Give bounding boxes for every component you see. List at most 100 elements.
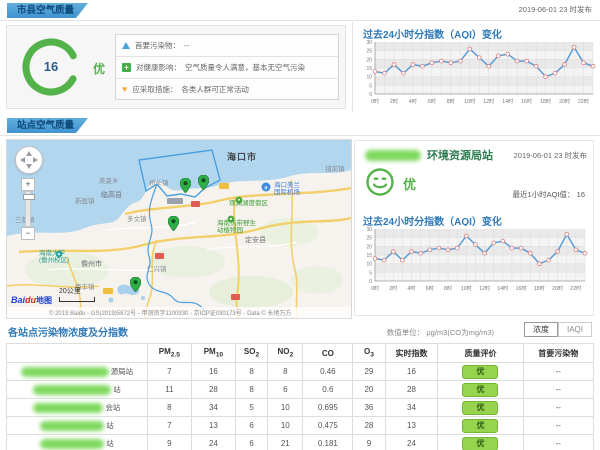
- zoom-out-button[interactable]: −: [21, 227, 35, 240]
- station-map[interactable]: ✈ 海口市铺前镇桥头镇美夏乡临高县新盈镇多文镇三都镇海口美兰国际机场观澜湖度假区…: [6, 139, 352, 319]
- column-header: 实时指数: [385, 344, 438, 363]
- station-name-suffix: 站: [106, 421, 114, 430]
- publish-time: 2019-06-01 23 时发布: [519, 4, 592, 15]
- scale-bar: [59, 297, 95, 302]
- svg-text:✈: ✈: [263, 185, 268, 192]
- city-chart-panel: 过去24小时分指数（AQI）变化 0510152025300时2时4时6时8时1…: [352, 22, 600, 112]
- column-header: PM2.5: [147, 344, 191, 363]
- cell-grade: 优: [438, 417, 523, 435]
- compass-control[interactable]: [15, 146, 43, 174]
- station-publish-time: 2019-06-01 23 时发布: [514, 150, 587, 161]
- column-header: 质量评价: [438, 344, 523, 363]
- station-detail-panel: 环境资源局站 2019-06-01 23 时发布 优 最近1小时AQI值： 16…: [354, 140, 594, 316]
- scale-label: 20公里: [59, 288, 81, 295]
- air-quality-dashboard: 市县空气质量 2019-06-01 23 时发布 16 优 首要污染物： -- …: [0, 0, 600, 450]
- svg-text:20时: 20时: [559, 97, 570, 105]
- cell-index: 13: [385, 417, 438, 435]
- pan-right-icon[interactable]: [33, 157, 38, 163]
- blurred-station-name: [40, 421, 104, 431]
- cell-grade: 优: [438, 435, 523, 450]
- column-header: NO2: [268, 344, 303, 363]
- cell-so2: 8: [235, 381, 267, 399]
- svg-text:30: 30: [366, 40, 372, 46]
- column-header: 首要污染物: [523, 344, 593, 363]
- cell-pm10: 16: [191, 363, 235, 381]
- cell-o3: 9: [353, 435, 385, 450]
- zoom-in-button[interactable]: +: [21, 178, 35, 191]
- svg-text:6时: 6时: [428, 97, 436, 105]
- column-header: [7, 344, 148, 363]
- svg-text:18时: 18时: [540, 97, 551, 105]
- cell-index: 28: [385, 381, 438, 399]
- table-row: 站9246210.181924优--: [7, 435, 594, 450]
- cell-co: 0.46: [303, 363, 353, 381]
- cell-grade: 优: [438, 381, 523, 399]
- info-value: 各类人群可正常活动: [181, 84, 249, 95]
- aqi-gauge: 16: [19, 35, 83, 99]
- svg-text:10: 10: [366, 75, 372, 81]
- aqi-24h-chart: 0510152025300时2时4时6时8时10时12时14时16时18时20时…: [359, 39, 599, 111]
- recent-aqi-value: 16: [577, 190, 585, 199]
- cell-primary-pollutant: --: [523, 381, 593, 399]
- svg-text:10时: 10时: [464, 97, 475, 105]
- table-row: 站7136100.4752813优--: [7, 417, 594, 435]
- cell-pm25: 7: [147, 363, 191, 381]
- recent-aqi: 最近1小时AQI值： 16: [512, 189, 585, 200]
- map-attribution: © 2019 Baidu - GS(2019)5872号 - 甲测资字11009…: [7, 307, 351, 318]
- baidu-logo: Baidu地图: [11, 295, 52, 306]
- cell-no2: 10: [268, 417, 303, 435]
- svg-text:15: 15: [366, 253, 372, 259]
- cell-index: 16: [385, 363, 438, 381]
- pan-up-icon[interactable]: [26, 151, 32, 156]
- station-name-suffix: 源局站: [111, 367, 134, 376]
- aqi-level: 优: [93, 60, 105, 77]
- toggle-concentration-button[interactable]: 浓度: [524, 322, 558, 337]
- cell-primary-pollutant: --: [523, 435, 593, 450]
- unit-note: 数值单位： μg/m3(CO为mg/m3): [387, 327, 494, 338]
- city-aqi-panel: 16 优 首要污染物： -- + 对健康影响： 空气质量令人满意，基本无空气污染…: [6, 25, 346, 109]
- svg-text:22时: 22时: [578, 97, 589, 105]
- station-level: 优: [403, 174, 416, 193]
- cell-index: 34: [385, 399, 438, 417]
- recent-aqi-label: 最近1小时AQI值：: [512, 190, 574, 199]
- quality-badge: 优: [462, 419, 498, 433]
- heart-icon: ♥: [122, 85, 127, 94]
- blurred-station-name: [365, 150, 421, 161]
- divider: [0, 20, 600, 21]
- cell-no2: 21: [268, 435, 303, 450]
- column-header: PM10: [191, 344, 235, 363]
- cell-o3: 28: [353, 417, 385, 435]
- cell-o3: 20: [353, 381, 385, 399]
- info-label: 应采取措施：: [132, 84, 177, 95]
- aqi-value: 16: [19, 59, 83, 74]
- station-name: 环境资源局站: [427, 147, 493, 163]
- cell-pm25: 8: [147, 399, 191, 417]
- station-name-cell: 站: [7, 417, 148, 435]
- svg-text:16时: 16时: [516, 284, 527, 292]
- station-aqi-24h-chart: 0510152025300时2时4时6时8时10时12时14时16时18时20时…: [359, 226, 591, 298]
- quality-badge: 优: [462, 401, 498, 415]
- zoom-control[interactable]: + −: [21, 178, 35, 240]
- zoom-handle[interactable]: [23, 194, 35, 200]
- cell-so2: 8: [235, 363, 267, 381]
- info-row-pollutant: 首要污染物： --: [116, 35, 338, 57]
- toggle-iaqi-button[interactable]: IAQI: [558, 322, 592, 337]
- cell-pm10: 34: [191, 399, 235, 417]
- quality-badge: 优: [462, 437, 498, 450]
- station-name-cell: 站: [7, 381, 148, 399]
- pan-down-icon[interactable]: [26, 164, 32, 169]
- svg-text:14时: 14时: [497, 284, 508, 292]
- cell-o3: 36: [353, 399, 385, 417]
- cell-no2: 8: [268, 363, 303, 381]
- cell-grade: 优: [438, 399, 523, 417]
- cell-pm25: 7: [147, 417, 191, 435]
- station-name-cell: 源局站: [7, 363, 148, 381]
- svg-text:20: 20: [366, 244, 372, 250]
- cell-co: 0.475: [303, 417, 353, 435]
- zoom-track[interactable]: [25, 191, 31, 227]
- info-row-measure: ♥ 应采取措施： 各类人群可正常活动: [116, 79, 338, 100]
- svg-text:4时: 4时: [409, 97, 417, 105]
- pan-left-icon[interactable]: [20, 157, 25, 163]
- svg-text:8时: 8时: [447, 97, 455, 105]
- aqi-info-box: 首要污染物： -- + 对健康影响： 空气质量令人满意，基本无空气污染 ♥ 应采…: [115, 34, 339, 100]
